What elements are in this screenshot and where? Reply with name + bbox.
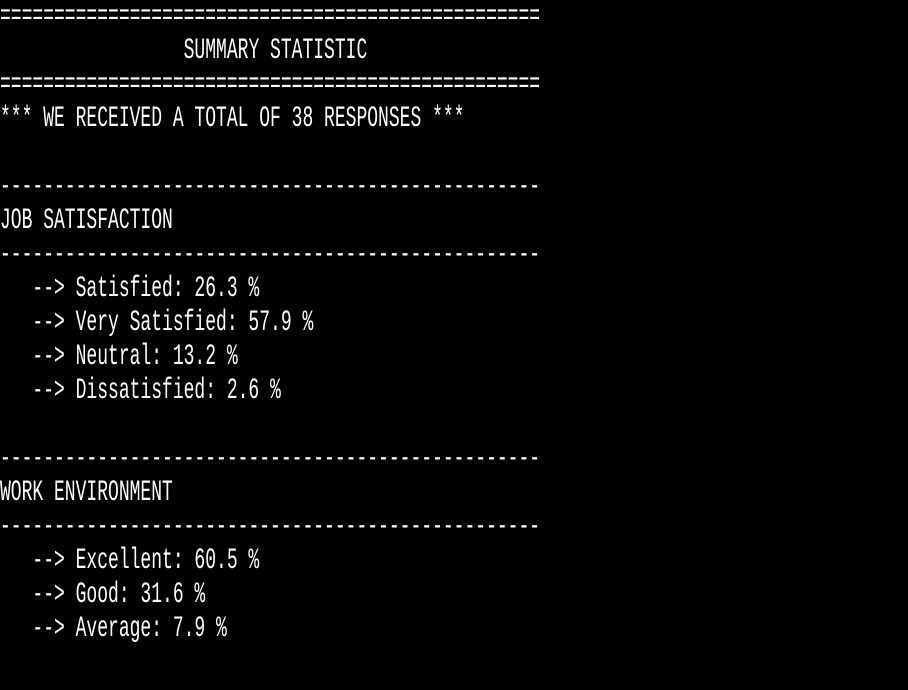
- section-rule: ----------------------------------------…: [0, 442, 541, 476]
- summary-title: SUMMARY STATISTIC: [0, 34, 368, 68]
- stat-line-satisfied: --> Satisfied: 26.3 %: [32, 272, 260, 306]
- section-heading-job-satisfaction: JOB SATISFACTION: [0, 204, 173, 238]
- terminal-output: ========================================…: [0, 0, 908, 690]
- stat-line-dissatisfied: --> Dissatisfied: 2.6 %: [32, 374, 281, 408]
- section-rule: ----------------------------------------…: [0, 170, 541, 204]
- stat-line-good: --> Good: 31.6 %: [32, 578, 206, 612]
- stat-line-average: --> Average: 7.9 %: [32, 612, 227, 646]
- section-heading-work-environment: WORK ENVIRONMENT: [0, 476, 173, 510]
- stat-line-very-satisfied: --> Very Satisfied: 57.9 %: [32, 306, 314, 340]
- section-rule: ----------------------------------------…: [0, 238, 541, 272]
- stat-line-neutral: --> Neutral: 13.2 %: [32, 340, 238, 374]
- double-rule-top: ========================================…: [0, 0, 541, 34]
- total-responses-banner: *** WE RECEIVED A TOTAL OF 38 RESPONSES …: [0, 102, 465, 136]
- section-rule: ----------------------------------------…: [0, 510, 541, 544]
- stat-line-excellent: --> Excellent: 60.5 %: [32, 544, 260, 578]
- double-rule-bottom: ========================================…: [0, 68, 541, 102]
